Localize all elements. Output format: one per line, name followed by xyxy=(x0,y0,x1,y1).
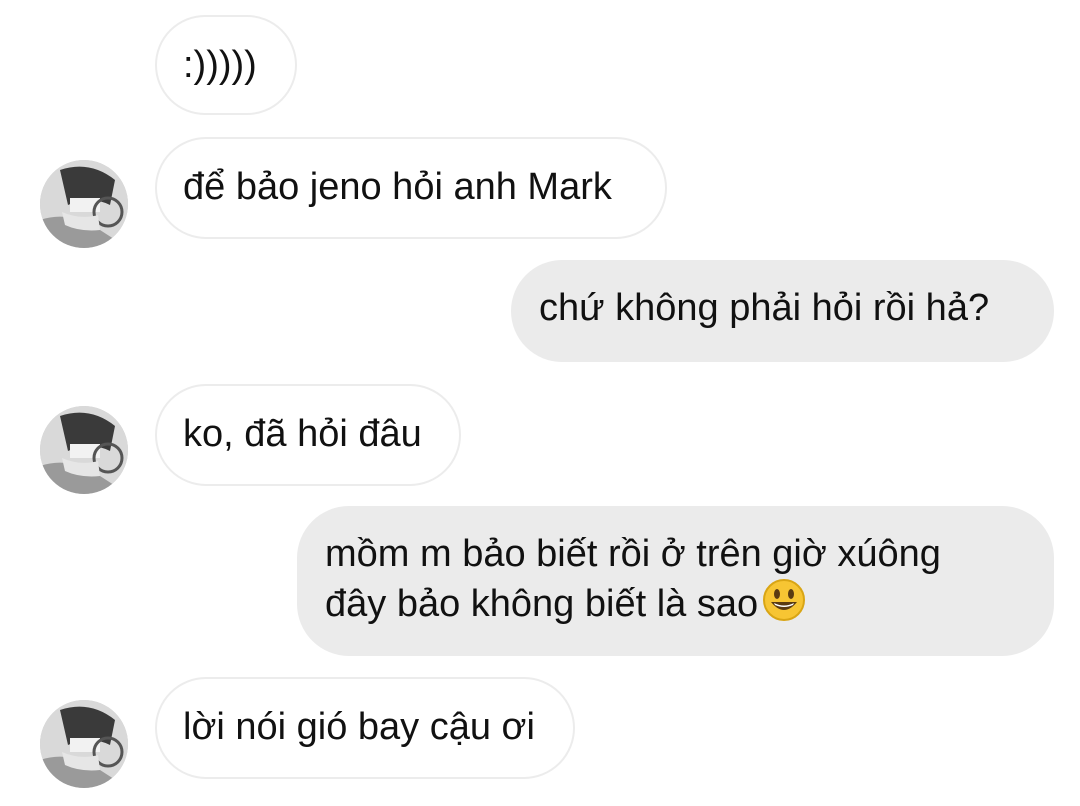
message-bubble-incoming[interactable]: :))))) xyxy=(155,15,297,115)
message-bubble-incoming[interactable]: ko, đã hỏi đâu xyxy=(155,384,461,486)
message-text: chứ không phải hỏi rồi hả? xyxy=(539,287,990,329)
message-text: ko, đã hỏi đâu xyxy=(183,413,422,455)
message-bubble-incoming[interactable]: để bảo jeno hỏi anh Mark xyxy=(155,137,667,239)
message-text-line: đây bảo không biết là sao xyxy=(325,578,1026,634)
message-text: lời nói gió bay cậu ơi xyxy=(183,706,535,748)
message-bubble-outgoing[interactable]: mồm m bảo biết rồi ở trên giờ xúông đây … xyxy=(297,506,1054,656)
message-bubble-incoming[interactable]: lời nói gió bay cậu ơi xyxy=(155,677,575,779)
message-text: :))))) xyxy=(183,44,257,86)
contact-avatar[interactable] xyxy=(40,406,128,494)
contact-avatar[interactable] xyxy=(40,700,128,788)
message-text-line: mồm m bảo biết rồi ở trên giờ xúông xyxy=(325,533,941,575)
smiling-face-emoji-icon xyxy=(762,578,806,634)
message-bubble-outgoing[interactable]: chứ không phải hỏi rồi hả? xyxy=(511,260,1054,362)
message-text: để bảo jeno hỏi anh Mark xyxy=(183,166,612,208)
contact-avatar[interactable] xyxy=(40,160,128,248)
